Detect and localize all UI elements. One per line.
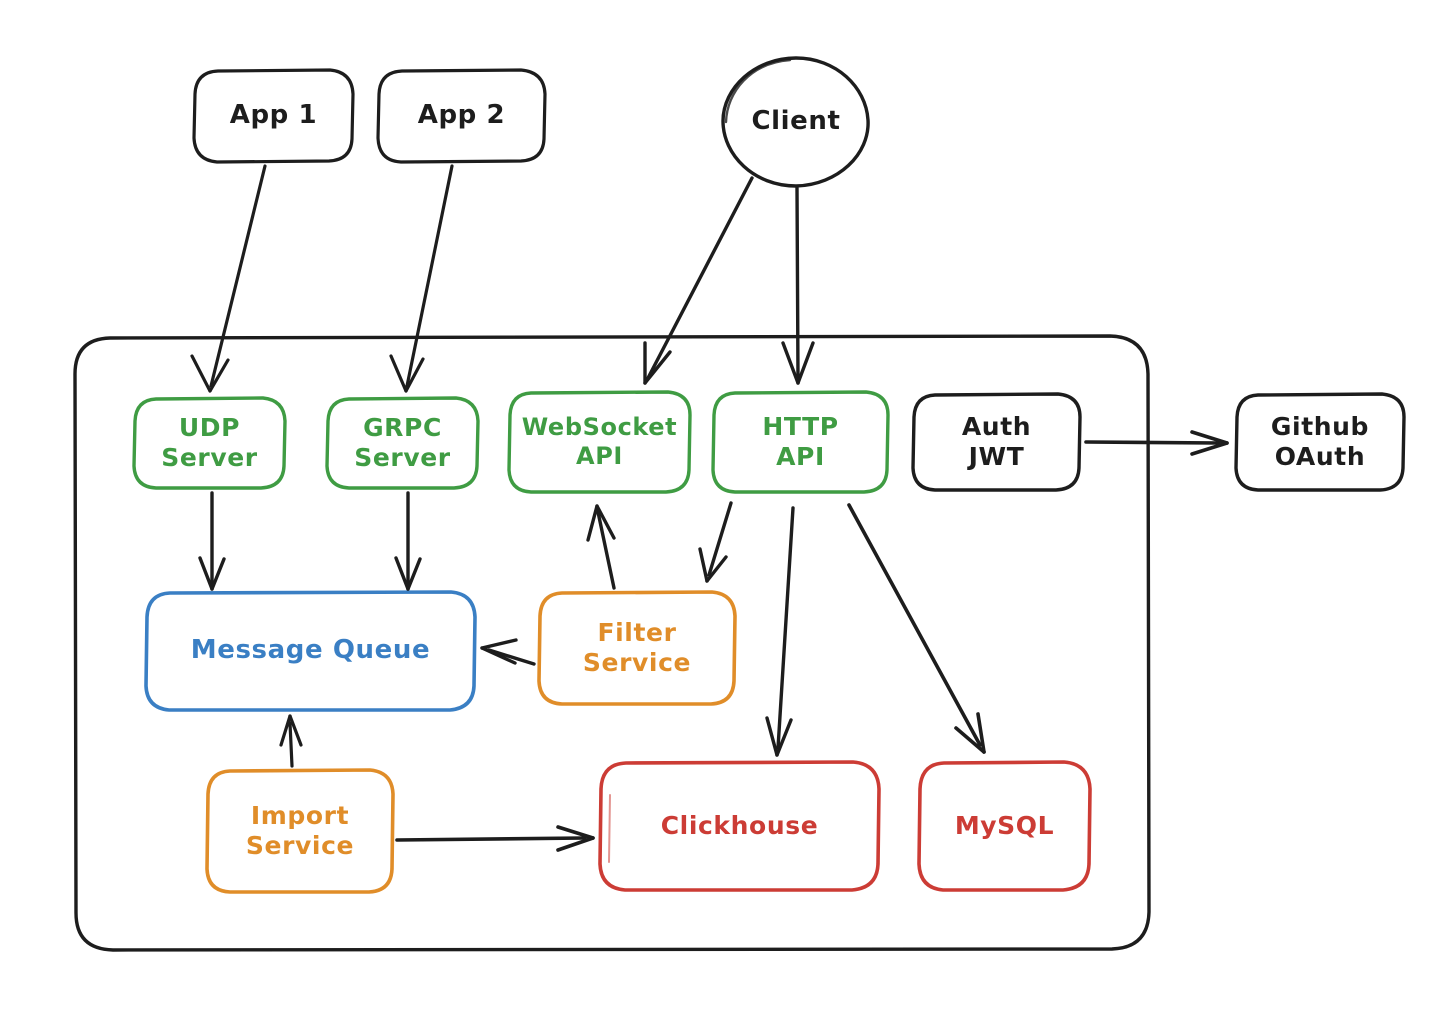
edge-http-mysql: [847, 503, 986, 754]
node-auth-jwt[interactable]: [911, 392, 1082, 492]
edge-client-websocket: [643, 176, 754, 385]
node-mysql[interactable]: [917, 760, 1092, 892]
edge-filter-mq: [480, 638, 536, 666]
edge-import-mq: [279, 714, 303, 768]
node-clickhouse[interactable]: [598, 760, 881, 892]
edge-client-http: [781, 186, 815, 385]
edge-app2-grpc: [389, 164, 454, 393]
node-websocket-api[interactable]: [507, 390, 692, 494]
edge-import-clickhouse: [395, 825, 595, 852]
node-app2[interactable]: [376, 68, 547, 164]
edge-app1-udp: [190, 164, 267, 393]
edge-grpc-mq: [394, 491, 422, 591]
node-app1[interactable]: [192, 68, 355, 164]
node-import-service[interactable]: [205, 768, 395, 894]
node-http-api[interactable]: [711, 390, 890, 494]
node-grpc-server[interactable]: [325, 396, 480, 490]
edge-http-clickhouse: [765, 506, 795, 757]
node-udp-server[interactable]: [132, 396, 287, 490]
node-github-oauth[interactable]: [1234, 392, 1406, 492]
diagram-canvas: App 1 App 2 Client UDP Server GRPC Serve…: [0, 0, 1456, 1016]
edge-http-filter: [698, 501, 733, 583]
edge-filter-websocket: [586, 504, 616, 590]
node-message-queue[interactable]: [144, 590, 477, 712]
edge-udp-mq: [198, 491, 226, 591]
diagram-svg: [73, 56, 1406, 952]
node-filter-service[interactable]: [537, 590, 737, 706]
edge-auth-github: [1084, 430, 1229, 456]
node-client[interactable]: [721, 56, 870, 188]
